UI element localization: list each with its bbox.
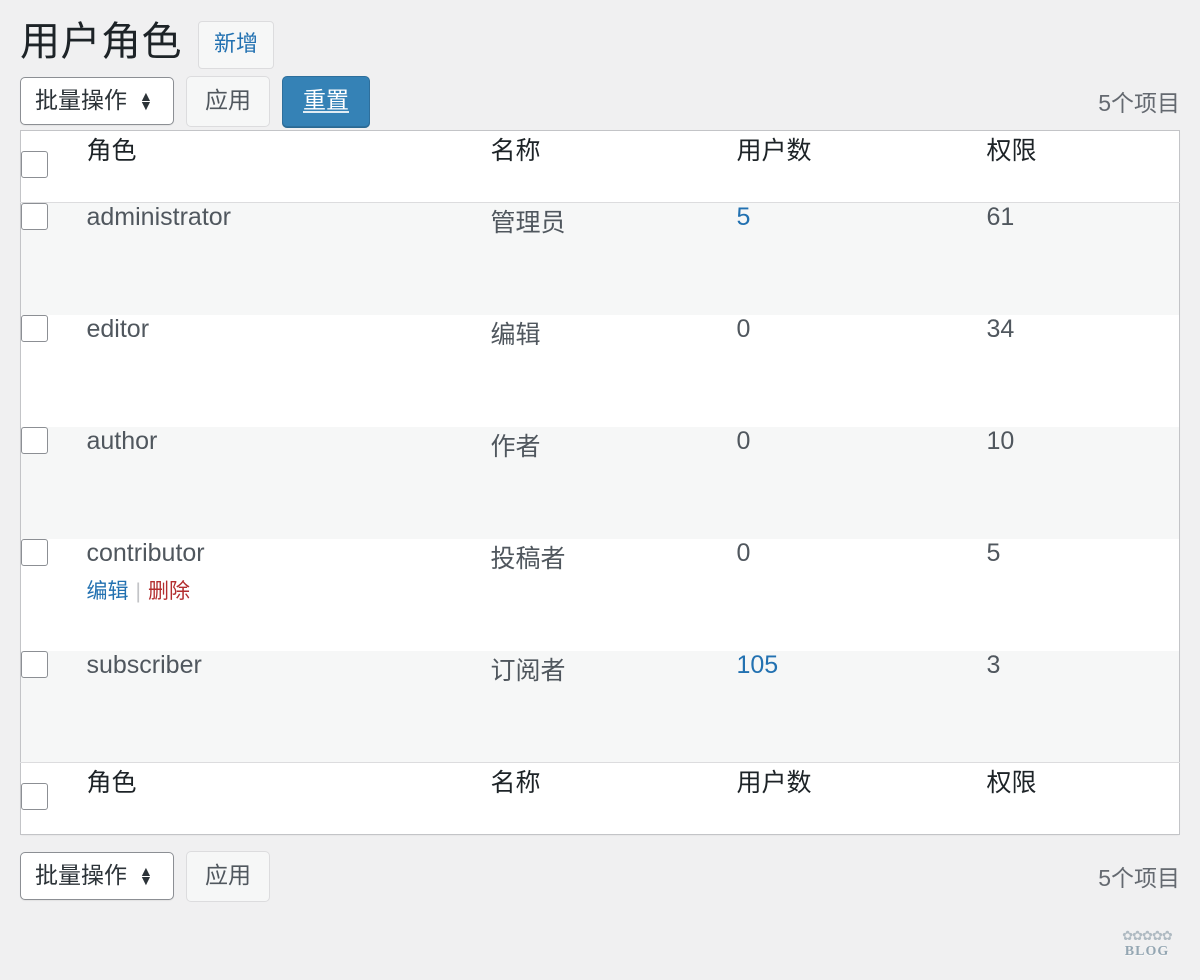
cell-role: administrator [87, 203, 491, 315]
cell-name: 投稿者 [490, 544, 566, 573]
row-actions-separator: | [135, 579, 141, 603]
cell-role: contributor 编辑 | 删除 [87, 539, 491, 651]
cell-role: subscriber [87, 651, 491, 763]
cell-users: 0 [737, 539, 987, 651]
column-footer-role[interactable]: 角色 [86, 762, 491, 835]
table-row: contributor 编辑 | 删除 投稿者 0 5 [21, 538, 1180, 651]
row-checkbox-cell [21, 650, 87, 763]
user-count-link[interactable]: 105 [737, 651, 779, 679]
cell-name: 管理员 [490, 209, 566, 237]
row-checkbox[interactable] [21, 538, 48, 566]
roles-table: 角色 名称 用户数 权限 administrator 管理员 5 61 edit… [20, 130, 1180, 835]
watermark-text: BLOG [1124, 944, 1170, 959]
edit-role-link[interactable]: 编辑 [87, 580, 129, 603]
role-slug: editor [86, 314, 150, 343]
row-checkbox[interactable] [21, 314, 48, 342]
apply-button-bottom[interactable]: 应用 [186, 850, 270, 902]
role-slug: subscriber [86, 650, 202, 679]
delete-role-link[interactable]: 删除 [148, 580, 190, 603]
displaying-num-top: 5个项目 [1098, 90, 1180, 116]
user-count-value: 0 [736, 426, 751, 455]
cell-name: 作者 [490, 432, 541, 461]
cell-name: 编辑 [490, 320, 541, 349]
table-row: administrator 管理员 5 61 [20, 202, 1180, 315]
row-checkbox-cell [21, 314, 87, 427]
cell-caps: 61 [986, 203, 1015, 231]
column-header-role[interactable]: 角色 [86, 130, 491, 203]
bulk-actions-select-top[interactable]: 批量操作 ▲ ▼ [20, 77, 174, 125]
cell-name: 订阅者 [490, 656, 566, 685]
cell-caps: 34 [986, 314, 1015, 343]
column-footer-name[interactable]: 名称 [490, 762, 737, 835]
select-all-footer-cell [20, 762, 87, 835]
user-count-value: 0 [736, 314, 751, 343]
row-checkbox[interactable] [21, 426, 48, 454]
table-foot: 角色 名称 用户数 权限 [20, 762, 1180, 835]
row-checkbox-cell [21, 426, 87, 539]
user-count-link[interactable]: 5 [737, 203, 751, 231]
row-checkbox-cell [21, 203, 87, 315]
user-count-value: 0 [736, 538, 751, 567]
watermark-logo-icon: ✿✿✿✿✿ [1122, 929, 1172, 944]
column-header-users[interactable]: 用户数 [736, 130, 987, 203]
select-all-header-cell [20, 130, 87, 203]
select-arrows-icon: ▲ ▼ [139, 89, 153, 113]
table-head: 角色 名称 用户数 权限 [20, 130, 1180, 203]
chevron-down-icon: ▼ [139, 871, 153, 888]
cell-caps: 10 [986, 426, 1015, 455]
table-footer-row: 角色 名称 用户数 权限 [20, 762, 1180, 835]
bulk-actions-select-top-label: 批量操作 [35, 87, 127, 113]
role-slug: author [86, 426, 158, 455]
column-footer-users[interactable]: 用户数 [736, 762, 987, 835]
reset-button[interactable]: 重置 [282, 75, 370, 127]
cell-users: 0 [737, 427, 987, 539]
admin-page-wrap: 用户角色 新增 批量操作 ▲ ▼ 应用 重置 5个项目 角色 名称 用户数 权限… [0, 0, 1200, 905]
page-title-row: 用户角色 新增 [20, 0, 1180, 70]
site-watermark: ✿✿✿✿✿ BLOG [1110, 930, 1184, 974]
table-row: editor 编辑 0 34 [21, 314, 1180, 427]
displaying-num-bottom: 5个项目 [1098, 865, 1180, 891]
tablenav-top: 批量操作 ▲ ▼ 应用 重置 5个项目 [20, 70, 1180, 130]
select-arrows-icon: ▲ ▼ [139, 864, 153, 888]
column-header-name[interactable]: 名称 [490, 130, 737, 203]
role-slug: administrator [86, 203, 232, 231]
tablenav-bottom: 批量操作 ▲ ▼ 应用 5个项目 [20, 835, 1180, 905]
row-checkbox[interactable] [21, 650, 48, 678]
row-checkbox[interactable] [21, 203, 48, 230]
column-header-caps[interactable]: 权限 [986, 130, 1180, 203]
cell-role: author [87, 427, 491, 539]
add-new-role-button[interactable]: 新增 [198, 21, 275, 69]
select-all-checkbox-top[interactable] [21, 151, 48, 178]
cell-users: 0 [737, 315, 987, 427]
role-slug: contributor [86, 538, 205, 567]
row-checkbox-cell [21, 538, 87, 651]
apply-button-top[interactable]: 应用 [186, 75, 270, 127]
table-row: subscriber 订阅者 105 3 [20, 650, 1180, 763]
bulk-actions-select-bottom-label: 批量操作 [35, 862, 127, 888]
bulk-actions-select-bottom[interactable]: 批量操作 ▲ ▼ [20, 852, 174, 900]
select-all-checkbox-bottom[interactable] [21, 783, 48, 810]
page-title: 用户角色 [20, 20, 182, 64]
cell-caps: 3 [986, 650, 1001, 679]
table-body: administrator 管理员 5 61 editor 编辑 0 34 au… [20, 202, 1180, 763]
column-footer-caps[interactable]: 权限 [986, 762, 1180, 835]
cell-caps: 5 [986, 538, 1001, 567]
table-header-row: 角色 名称 用户数 权限 [20, 130, 1180, 203]
chevron-down-icon: ▼ [139, 96, 153, 113]
cell-role: editor [87, 315, 491, 427]
cell-users: 105 [737, 651, 987, 763]
cell-users: 5 [737, 203, 987, 315]
row-actions: 编辑 | 删除 [87, 578, 491, 605]
table-row: author 作者 0 10 [20, 426, 1180, 539]
